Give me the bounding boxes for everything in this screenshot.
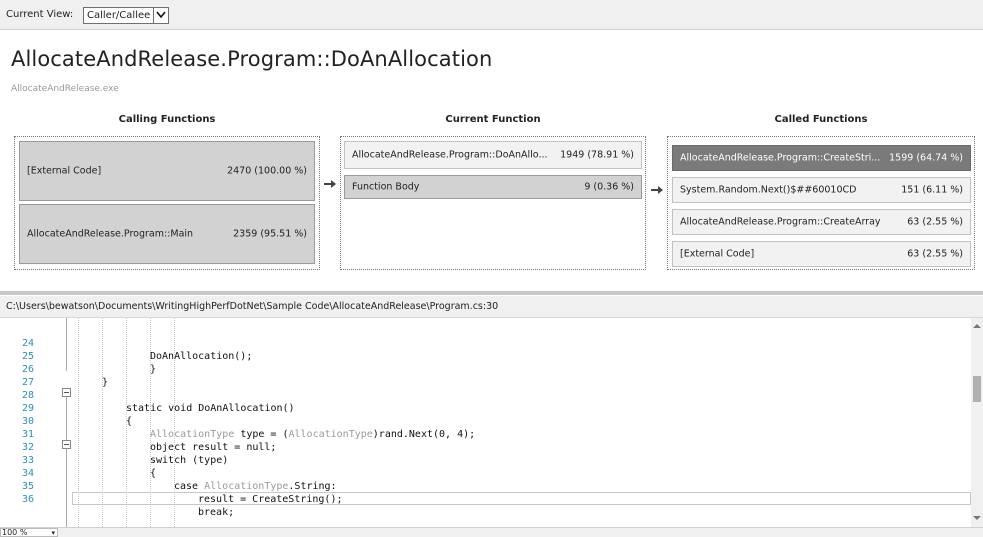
function-name: AllocateAndRelease.Program::CreateStri..…	[680, 152, 881, 164]
current-view-label: Current View:	[6, 9, 74, 20]
current-view-select[interactable]: Caller/Callee	[83, 7, 169, 24]
called-function-item[interactable]: AllocateAndRelease.Program::CreateArray …	[672, 209, 971, 235]
function-name: AllocateAndRelease.Program::Main	[27, 228, 194, 240]
code-line: 25 }	[0, 337, 972, 375]
arrow-right-icon	[651, 186, 663, 194]
vertical-scrollbar[interactable]	[971, 318, 983, 527]
function-body-item[interactable]: Function Body 9 (0.36 %)	[344, 175, 642, 199]
calling-functions-panel: [External Code] 2470 (100.00 %) Allocate…	[14, 136, 320, 270]
panel-splitter[interactable]	[0, 291, 983, 295]
current-view-value: Caller/Callee	[87, 10, 151, 21]
code-line: 27	[0, 363, 972, 388]
function-name: [External Code]	[27, 165, 102, 177]
code-line: 28 static void DoAnAllocation()	[0, 376, 972, 414]
line-number: 36	[22, 494, 35, 505]
page-title: AllocateAndRelease.Program::DoAnAllocati…	[11, 47, 493, 71]
function-name: System.Random.Next()$##60010CD	[680, 184, 857, 196]
chevron-down-icon[interactable]	[153, 8, 168, 23]
code-text: break;	[198, 507, 235, 518]
code-line: 29 {	[0, 389, 972, 427]
code-text: result = CreateString();	[198, 494, 343, 505]
module-name: AllocateAndRelease.exe	[11, 84, 119, 94]
code-line: 34 case AllocationType.String:	[0, 454, 972, 492]
scroll-thumb[interactable]	[973, 376, 981, 402]
function-value: 9 (0.36 %)	[584, 181, 634, 193]
code-line: 33 {	[0, 441, 972, 479]
toolbar: Current View: Caller/Callee	[0, 0, 983, 30]
scroll-up-icon[interactable]	[973, 322, 981, 330]
function-name: Function Body	[352, 181, 420, 193]
zoom-level: 100 %	[2, 528, 28, 537]
current-function-panel: AllocateAndRelease.Program::DoAnAllo... …	[340, 136, 646, 270]
code-line: 31 object result = null;	[0, 415, 972, 453]
code-line: 30 AllocationType type = (AllocationType…	[0, 402, 972, 440]
function-value: 63 (2.55 %)	[907, 216, 963, 228]
called-function-item[interactable]: AllocateAndRelease.Program::CreateStri..…	[672, 145, 971, 171]
function-name: AllocateAndRelease.Program::DoAnAllo...	[352, 149, 548, 161]
calling-function-item[interactable]: [External Code] 2470 (100.00 %)	[19, 141, 315, 201]
called-functions-heading: Called Functions	[774, 114, 868, 125]
source-file-path: C:\Users\bewatson\Documents\WritingHighP…	[0, 296, 983, 318]
zoom-select[interactable]: 100 % ▾	[0, 528, 58, 537]
function-value: 1949 (78.91 %)	[560, 149, 634, 161]
called-function-item[interactable]: [External Code] 63 (2.55 %)	[672, 241, 971, 267]
function-value: 1599 (64.74 %)	[889, 152, 963, 164]
function-name: [External Code]	[680, 248, 755, 260]
calling-functions-heading: Calling Functions	[118, 114, 216, 125]
arrow-right-icon	[324, 180, 336, 188]
function-value: 2470 (100.00 %)	[227, 165, 307, 177]
chevron-down-icon[interactable]: ▾	[51, 529, 55, 537]
function-name: AllocateAndRelease.Program::CreateArray	[680, 216, 881, 228]
calling-function-item[interactable]: AllocateAndRelease.Program::Main 2359 (9…	[19, 204, 315, 264]
current-function-item[interactable]: AllocateAndRelease.Program::DoAnAllo... …	[344, 141, 642, 169]
code-line: 32 switch (type)	[0, 428, 972, 466]
code-line: 24 DoAnAllocation();	[0, 324, 972, 362]
code-line: 35 result = CreateString();	[0, 467, 972, 505]
current-function-heading: Current Function	[445, 114, 541, 125]
code-line: 26 }	[0, 350, 972, 388]
called-function-item[interactable]: System.Random.Next()$##60010CD 151 (6.11…	[672, 177, 971, 203]
function-value: 151 (6.11 %)	[901, 184, 963, 196]
function-value: 63 (2.55 %)	[907, 248, 963, 260]
code-line: 36 break;	[0, 480, 972, 518]
function-value: 2359 (95.51 %)	[233, 228, 307, 240]
called-functions-panel: AllocateAndRelease.Program::CreateStri..…	[667, 136, 975, 270]
code-editor[interactable]: 24 DoAnAllocation(); 25 } 26 } 27 28 sta…	[0, 318, 983, 527]
scroll-down-icon[interactable]	[973, 514, 981, 522]
status-bar	[0, 527, 983, 537]
